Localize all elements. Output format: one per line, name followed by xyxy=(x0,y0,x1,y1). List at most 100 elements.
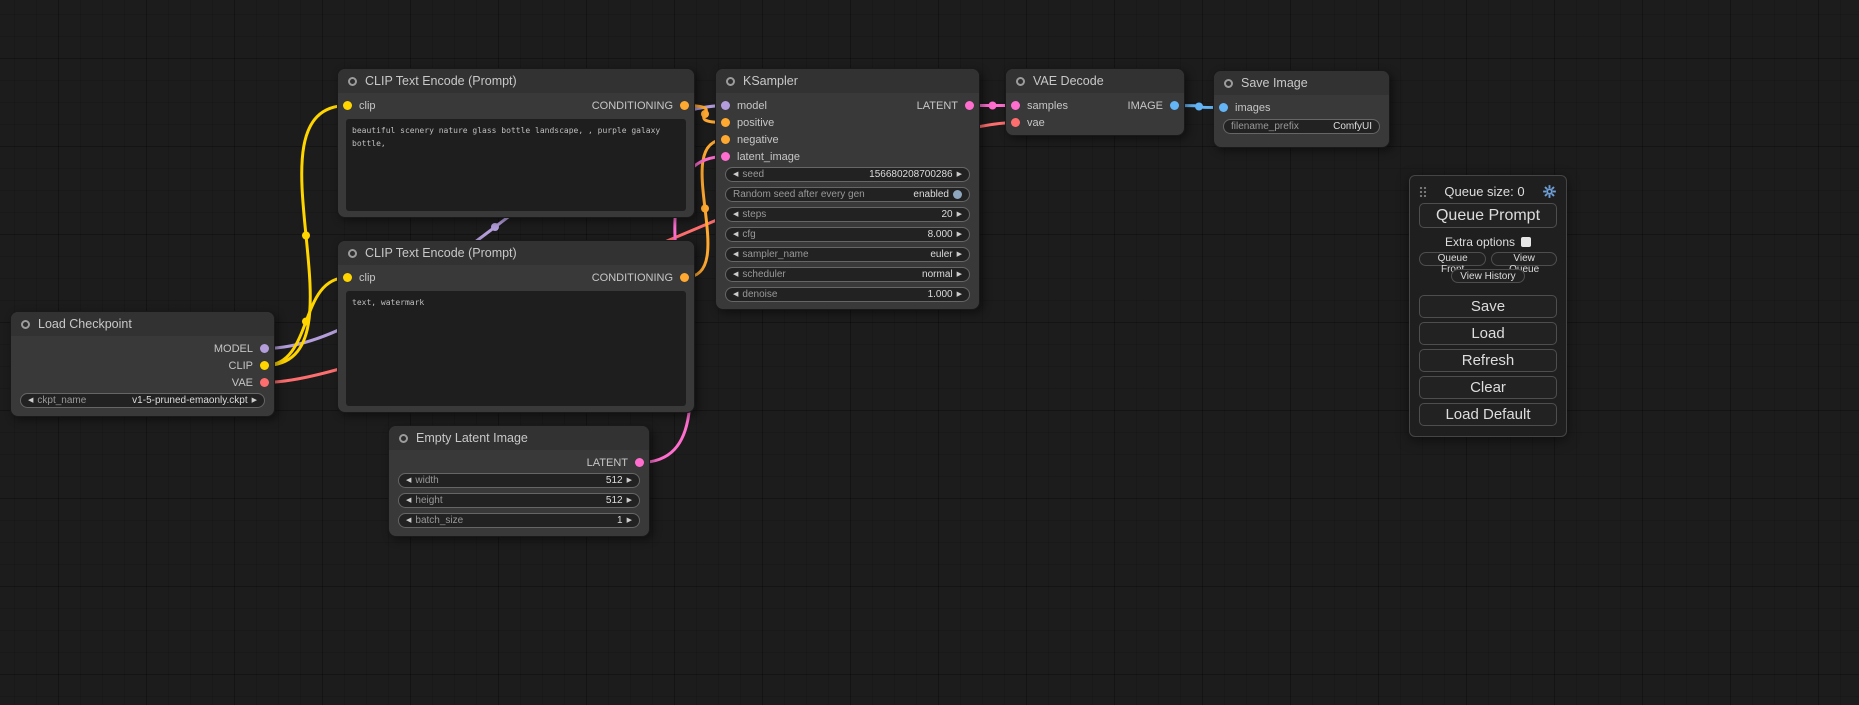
collapse-dot-icon[interactable] xyxy=(21,320,30,329)
input-port-samples[interactable] xyxy=(1011,101,1020,110)
widget-width[interactable]: ◀ width 512 ▶ xyxy=(398,473,640,488)
slot-label: LATENT xyxy=(917,100,958,112)
arrow-right-icon[interactable]: ▶ xyxy=(252,397,257,404)
widget-height[interactable]: ◀ height 512 ▶ xyxy=(398,493,640,508)
arrow-left-icon[interactable]: ◀ xyxy=(406,477,411,484)
widget-ckpt-name[interactable]: ◀ ckpt_name v1-5-pruned-emaonly.ckpt ▶ xyxy=(20,393,265,408)
node-title-bar[interactable]: Load Checkpoint xyxy=(11,312,274,336)
arrow-right-icon[interactable]: ▶ xyxy=(957,171,962,178)
arrow-right-icon[interactable]: ▶ xyxy=(627,477,632,484)
save-button[interactable]: Save xyxy=(1419,295,1557,318)
widget-seed[interactable]: ◀ seed 156680208700286 ▶ xyxy=(725,167,970,182)
node-vae-decode[interactable]: VAE Decode samples IMAGE vae xyxy=(1005,68,1185,136)
output-port-conditioning[interactable] xyxy=(680,101,689,110)
widget-label: denoise xyxy=(742,289,777,300)
node-graph-canvas[interactable]: Load Checkpoint MODEL CLIP VAE ◀ ckpt_na… xyxy=(0,0,1859,705)
widget-batch-size[interactable]: ◀ batch_size 1 ▶ xyxy=(398,513,640,528)
input-port-negative[interactable] xyxy=(721,135,730,144)
arrow-right-icon[interactable]: ▶ xyxy=(957,251,962,258)
collapse-dot-icon[interactable] xyxy=(348,249,357,258)
output-port-image[interactable] xyxy=(1170,101,1179,110)
widget-steps[interactable]: ◀ steps 20 ▶ xyxy=(725,207,970,222)
input-port-images[interactable] xyxy=(1219,103,1228,112)
output-port-latent[interactable] xyxy=(635,458,644,467)
arrow-right-icon[interactable]: ▶ xyxy=(627,517,632,524)
node-title-bar[interactable]: VAE Decode xyxy=(1006,69,1184,93)
clear-button[interactable]: Clear xyxy=(1419,376,1557,399)
widget-value: 8.000 xyxy=(928,229,953,240)
load-button[interactable]: Load xyxy=(1419,322,1557,345)
view-queue-button[interactable]: View Queue xyxy=(1491,252,1557,266)
widget-value: normal xyxy=(922,269,953,280)
input-port-clip[interactable] xyxy=(343,273,352,282)
widget-scheduler[interactable]: ◀ scheduler normal ▶ xyxy=(725,267,970,282)
load-default-button[interactable]: Load Default xyxy=(1419,403,1557,426)
arrow-left-icon[interactable]: ◀ xyxy=(406,497,411,504)
extra-options-checkbox[interactable] xyxy=(1521,237,1531,247)
queue-size-label: Queue size: 0 xyxy=(1427,184,1542,199)
collapse-dot-icon[interactable] xyxy=(348,77,357,86)
arrow-left-icon[interactable]: ◀ xyxy=(733,211,738,218)
input-port-positive[interactable] xyxy=(721,118,730,127)
gear-icon[interactable] xyxy=(1542,184,1557,199)
slot-label: CLIP xyxy=(229,360,253,372)
output-port-conditioning[interactable] xyxy=(680,273,689,282)
widget-sampler-name[interactable]: ◀ sampler_name euler ▶ xyxy=(725,247,970,262)
arrow-right-icon[interactable]: ▶ xyxy=(957,231,962,238)
widget-denoise[interactable]: ◀ denoise 1.000 ▶ xyxy=(725,287,970,302)
queue-front-button[interactable]: Queue Front xyxy=(1419,252,1486,266)
node-clip-text-encode-negative[interactable]: CLIP Text Encode (Prompt) clip CONDITION… xyxy=(337,240,695,413)
node-title-bar[interactable]: Empty Latent Image xyxy=(389,426,649,450)
queue-prompt-button[interactable]: Queue Prompt xyxy=(1419,203,1557,228)
arrow-right-icon[interactable]: ▶ xyxy=(627,497,632,504)
input-port-clip[interactable] xyxy=(343,101,352,110)
slot-row: clip CONDITIONING xyxy=(338,97,694,114)
node-ksampler[interactable]: KSampler model LATENT positive negative … xyxy=(715,68,980,310)
widget-value: ComfyUI xyxy=(1333,121,1372,132)
arrow-left-icon[interactable]: ◀ xyxy=(733,291,738,298)
node-title-bar[interactable]: KSampler xyxy=(716,69,979,93)
slot-label: clip xyxy=(359,272,376,284)
widget-random-seed-toggle[interactable]: Random seed after every gen enabled xyxy=(725,187,970,202)
queue-panel-header: Queue size: 0 xyxy=(1419,182,1557,200)
arrow-right-icon[interactable]: ▶ xyxy=(957,271,962,278)
arrow-left-icon[interactable]: ◀ xyxy=(733,251,738,258)
arrow-left-icon[interactable]: ◀ xyxy=(28,397,33,404)
widget-cfg[interactable]: ◀ cfg 8.000 ▶ xyxy=(725,227,970,242)
output-port-vae[interactable] xyxy=(260,378,269,387)
widget-filename-prefix[interactable]: filename_prefix ComfyUI xyxy=(1223,119,1380,134)
node-title-bar[interactable]: CLIP Text Encode (Prompt) xyxy=(338,241,694,265)
widget-label: sampler_name xyxy=(742,249,808,260)
collapse-dot-icon[interactable] xyxy=(1016,77,1025,86)
prompt-textarea[interactable]: beautiful scenery nature glass bottle la… xyxy=(346,119,686,211)
node-title-bar[interactable]: Save Image xyxy=(1214,71,1389,95)
arrow-right-icon[interactable]: ▶ xyxy=(957,291,962,298)
node-empty-latent-image[interactable]: Empty Latent Image LATENT ◀ width 512 ▶ … xyxy=(388,425,650,537)
input-port-latent-image[interactable] xyxy=(721,152,730,161)
prompt-textarea[interactable]: text, watermark xyxy=(346,291,686,406)
output-port-clip[interactable] xyxy=(260,361,269,370)
drag-handle-icon[interactable] xyxy=(1419,186,1427,197)
collapse-dot-icon[interactable] xyxy=(726,77,735,86)
arrow-right-icon[interactable]: ▶ xyxy=(957,211,962,218)
slot-label: CONDITIONING xyxy=(592,100,673,112)
collapse-dot-icon[interactable] xyxy=(1224,79,1233,88)
input-port-vae[interactable] xyxy=(1011,118,1020,127)
node-title: Save Image xyxy=(1241,76,1308,90)
node-clip-text-encode-positive[interactable]: CLIP Text Encode (Prompt) clip CONDITION… xyxy=(337,68,695,218)
arrow-left-icon[interactable]: ◀ xyxy=(733,231,738,238)
collapse-dot-icon[interactable] xyxy=(399,434,408,443)
node-save-image[interactable]: Save Image images filename_prefix ComfyU… xyxy=(1213,70,1390,148)
view-history-button[interactable]: View History xyxy=(1451,269,1524,283)
output-port-model[interactable] xyxy=(260,344,269,353)
node-load-checkpoint[interactable]: Load Checkpoint MODEL CLIP VAE ◀ ckpt_na… xyxy=(10,311,275,417)
arrow-left-icon[interactable]: ◀ xyxy=(733,271,738,278)
arrow-left-icon[interactable]: ◀ xyxy=(733,171,738,178)
output-port-latent[interactable] xyxy=(965,101,974,110)
widget-value: 20 xyxy=(941,209,952,220)
toggle-on-icon[interactable] xyxy=(953,190,962,199)
node-title-bar[interactable]: CLIP Text Encode (Prompt) xyxy=(338,69,694,93)
arrow-left-icon[interactable]: ◀ xyxy=(406,517,411,524)
refresh-button[interactable]: Refresh xyxy=(1419,349,1557,372)
input-port-model[interactable] xyxy=(721,101,730,110)
